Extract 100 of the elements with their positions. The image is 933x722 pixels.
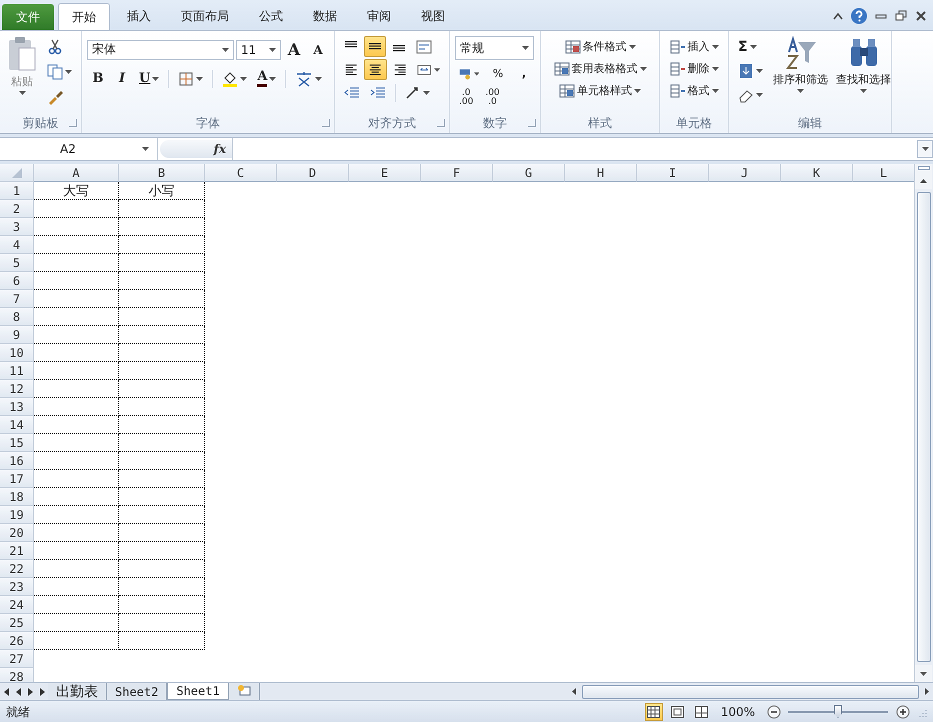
column-header[interactable]: K	[781, 164, 853, 182]
ribbon-tab[interactable]: 视图	[408, 3, 458, 30]
table-cell[interactable]	[119, 272, 205, 290]
row-header[interactable]: 7	[0, 290, 34, 308]
row-header[interactable]: 11	[0, 362, 34, 380]
table-cell[interactable]	[119, 254, 205, 272]
table-cell[interactable]	[119, 200, 205, 218]
table-cell[interactable]	[34, 344, 119, 362]
font-size-select[interactable]: 11	[236, 40, 281, 60]
sheet-tab[interactable]: 出勤表	[48, 683, 107, 700]
find-select-button[interactable]: 查找和选择	[834, 36, 893, 113]
ribbon-tab[interactable]: 文件	[2, 4, 54, 30]
table-cell[interactable]	[34, 326, 119, 344]
column-header[interactable]: F	[421, 164, 493, 182]
increase-decimal-button[interactable]: .0 .00	[455, 87, 478, 109]
zoom-level-text[interactable]: 100%	[720, 705, 755, 719]
table-cell[interactable]	[34, 614, 119, 632]
row-header[interactable]: 26	[0, 632, 34, 650]
table-cell[interactable]	[34, 236, 119, 254]
underline-button[interactable]: U	[135, 68, 164, 89]
column-header[interactable]: L	[853, 164, 914, 182]
align-button[interactable]	[364, 36, 386, 57]
cells-menu-button[interactable]: 删除	[665, 58, 723, 79]
table-cell[interactable]	[119, 524, 205, 542]
column-header[interactable]: G	[493, 164, 565, 182]
table-cell[interactable]	[34, 200, 119, 218]
sort-filter-button[interactable]: 排序和筛选	[771, 36, 830, 113]
row-header[interactable]: 15	[0, 434, 34, 452]
row-header[interactable]: 23	[0, 578, 34, 596]
view-button[interactable]	[668, 703, 687, 721]
column-header[interactable]: D	[277, 164, 349, 182]
table-cell[interactable]	[34, 254, 119, 272]
ribbon-tab[interactable]: 数据	[300, 3, 350, 30]
table-cell[interactable]	[34, 488, 119, 506]
table-cell[interactable]	[34, 416, 119, 434]
table-cell[interactable]	[34, 308, 119, 326]
table-cell[interactable]	[34, 362, 119, 380]
table-cell[interactable]	[119, 308, 205, 326]
table-cell[interactable]	[34, 560, 119, 578]
table-cell[interactable]	[119, 488, 205, 506]
table-cell[interactable]	[34, 506, 119, 524]
table-cell[interactable]	[119, 344, 205, 362]
row-header[interactable]: 9	[0, 326, 34, 344]
table-cell[interactable]	[34, 290, 119, 308]
column-header[interactable]: A	[34, 164, 119, 182]
bold-button[interactable]: B	[87, 68, 109, 89]
styles-menu-button[interactable]: 单元格样式	[546, 80, 654, 101]
comma-button[interactable]: ,	[513, 63, 535, 84]
column-header[interactable]: H	[565, 164, 637, 182]
row-header[interactable]: 28	[0, 668, 34, 682]
sheet-tab[interactable]: Sheet1	[167, 683, 229, 700]
name-box[interactable]: A2	[0, 138, 158, 160]
row-header[interactable]: 25	[0, 614, 34, 632]
column-header[interactable]: E	[349, 164, 421, 182]
row-header[interactable]: 18	[0, 488, 34, 506]
row-header[interactable]: 8	[0, 308, 34, 326]
row-header[interactable]: 14	[0, 416, 34, 434]
italic-button[interactable]: I	[111, 68, 133, 89]
row-header[interactable]: 13	[0, 398, 34, 416]
align-button[interactable]	[364, 59, 387, 80]
row-header[interactable]: 20	[0, 524, 34, 542]
scroll-up-button[interactable]	[915, 172, 932, 189]
table-cell[interactable]: 大写	[34, 182, 119, 200]
row-header[interactable]: 2	[0, 200, 34, 218]
scroll-thumb[interactable]	[917, 192, 931, 662]
scroll-down-button[interactable]	[915, 665, 932, 682]
table-cell[interactable]	[34, 632, 119, 650]
table-cell[interactable]	[34, 470, 119, 488]
table-cell[interactable]	[119, 452, 205, 470]
row-header[interactable]: 12	[0, 380, 34, 398]
percent-button[interactable]: %	[487, 63, 509, 84]
cells-menu-button[interactable]: 插入	[665, 36, 723, 57]
ribbon-tab[interactable]: 开始	[58, 3, 110, 30]
table-cell[interactable]	[34, 596, 119, 614]
table-cell[interactable]	[119, 632, 205, 650]
column-header[interactable]: C	[205, 164, 277, 182]
decrease-decimal-button[interactable]: .00 .0	[481, 87, 504, 109]
table-cell[interactable]	[119, 218, 205, 236]
table-cell[interactable]	[34, 398, 119, 416]
table-cell[interactable]	[119, 434, 205, 452]
split-handle[interactable]	[915, 164, 932, 172]
table-cell[interactable]	[119, 596, 205, 614]
row-header[interactable]: 21	[0, 542, 34, 560]
insert-sheet-button[interactable]	[228, 683, 260, 700]
column-header[interactable]: J	[709, 164, 781, 182]
number-format-select[interactable]: 常规	[455, 36, 534, 60]
font-color-button[interactable]: A	[253, 68, 280, 89]
table-cell[interactable]	[119, 542, 205, 560]
ribbon-tab[interactable]: 页面布局	[168, 3, 242, 30]
expand-formula-button[interactable]	[917, 140, 933, 158]
table-cell[interactable]	[34, 272, 119, 290]
grow-font-button[interactable]: A	[283, 39, 305, 60]
table-cell[interactable]	[119, 326, 205, 344]
ribbon-tab[interactable]: 公式	[246, 3, 296, 30]
table-cell[interactable]	[119, 236, 205, 254]
row-header[interactable]: 17	[0, 470, 34, 488]
table-cell[interactable]	[119, 614, 205, 632]
table-cell[interactable]: 小写	[119, 182, 205, 200]
table-cell[interactable]	[34, 542, 119, 560]
table-cell[interactable]	[119, 380, 205, 398]
